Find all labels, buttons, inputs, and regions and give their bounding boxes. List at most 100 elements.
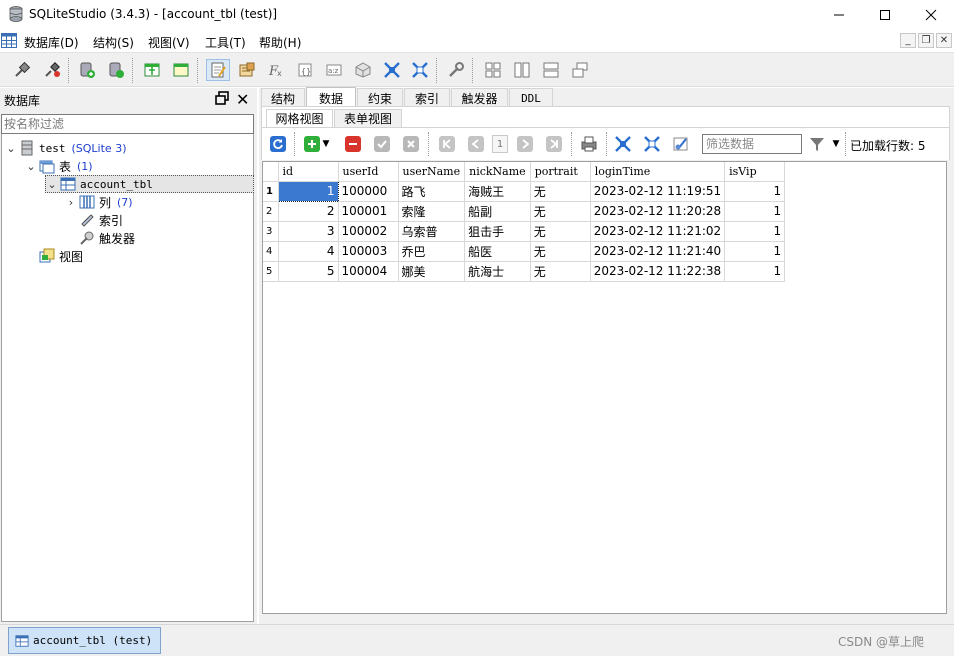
table-row[interactable]: 1 1 100000 路飞 海贼王 无 2023-02-12 11:19:51 …: [263, 180, 786, 202]
maximize-button[interactable]: [862, 0, 908, 30]
filter-mode-dropdown[interactable]: ▼: [830, 135, 842, 153]
data-grid[interactable]: id userId userName nickName portrait log…: [262, 161, 947, 614]
menu-database[interactable]: 数据库(D): [24, 34, 79, 51]
cell-id[interactable]: 4: [278, 241, 339, 262]
functions-button[interactable]: Fx: [264, 59, 288, 81]
tree-node-triggers[interactable]: 触发器: [77, 229, 135, 247]
cell-isvip[interactable]: 1: [724, 181, 786, 202]
tab-structure[interactable]: 结构: [261, 88, 305, 108]
collations-button[interactable]: {}: [293, 59, 317, 81]
chevron-down-icon[interactable]: ⌄: [25, 160, 37, 173]
table-window-icon[interactable]: [1, 33, 17, 48]
cell-portrait[interactable]: 无: [530, 261, 591, 282]
menu-structure[interactable]: 结构(S): [93, 34, 134, 51]
insert-row-dropdown[interactable]: ▼: [320, 135, 332, 153]
cell-nickname[interactable]: 航海士: [464, 261, 531, 282]
import-button[interactable]: [380, 59, 404, 81]
cell-username[interactable]: 路飞: [398, 181, 466, 202]
export-button[interactable]: [408, 59, 432, 81]
cell-isvip[interactable]: 1: [724, 241, 786, 262]
cell-logintime[interactable]: 2023-02-12 11:21:40: [590, 241, 726, 262]
cell-username[interactable]: 乔巴: [398, 241, 466, 262]
delete-row-button[interactable]: [344, 135, 362, 153]
disconnect-button[interactable]: [40, 59, 64, 81]
cell-logintime[interactable]: 2023-02-12 11:21:02: [590, 221, 726, 242]
corner-cell[interactable]: [263, 162, 279, 182]
filter-mode-button[interactable]: [808, 135, 826, 153]
row-number[interactable]: 1: [263, 181, 279, 202]
history-button[interactable]: [235, 59, 259, 81]
chevron-down-icon[interactable]: ⌄: [5, 142, 17, 155]
table-row[interactable]: 3 3 100002 乌索普 狙击手 无 2023-02-12 11:21:02…: [263, 221, 786, 242]
close-dock-icon[interactable]: ✕: [236, 90, 249, 109]
edit-database-button[interactable]: [104, 59, 128, 81]
connect-button[interactable]: [10, 59, 34, 81]
cell-username[interactable]: 娜美: [398, 261, 466, 282]
row-number[interactable]: 3: [263, 221, 279, 242]
next-page-button[interactable]: [516, 135, 534, 153]
rollback-button[interactable]: [402, 135, 420, 153]
cell-isvip[interactable]: 1: [724, 261, 786, 282]
cell-userid[interactable]: 100001: [338, 201, 399, 222]
insert-row-button[interactable]: [303, 135, 321, 153]
row-number[interactable]: 2: [263, 201, 279, 222]
grid-filter-input[interactable]: [702, 134, 802, 154]
first-page-button[interactable]: [438, 135, 456, 153]
tile-windows-button[interactable]: [481, 59, 505, 81]
tab-constraints[interactable]: 约束: [357, 88, 403, 108]
column-header-isvip[interactable]: isVip: [724, 162, 786, 182]
minimize-button[interactable]: [816, 0, 862, 30]
task-window-account-tbl[interactable]: account_tbl (test): [8, 627, 161, 654]
column-header-logintime[interactable]: loginTime: [590, 162, 726, 182]
tab-triggers[interactable]: 触发器: [451, 88, 508, 108]
cell-userid[interactable]: 100003: [338, 241, 399, 262]
grid-import-button[interactable]: [614, 135, 632, 153]
mdi-close-button[interactable]: ✕: [936, 33, 952, 48]
tree-filter-input[interactable]: [1, 114, 254, 134]
cell-nickname[interactable]: 海贼王: [464, 181, 531, 202]
row-number[interactable]: 5: [263, 261, 279, 282]
tab-form-view[interactable]: 表单视图: [334, 109, 402, 127]
commit-button[interactable]: [373, 135, 391, 153]
cell-id[interactable]: 5: [278, 261, 339, 282]
cell-nickname[interactable]: 狙击手: [464, 221, 531, 242]
cell-username[interactable]: 索隆: [398, 201, 466, 222]
column-header-id[interactable]: id: [278, 162, 339, 182]
cell-userid[interactable]: 100004: [338, 261, 399, 282]
cell-logintime[interactable]: 2023-02-12 11:20:28: [590, 201, 726, 222]
tree-node-indexes[interactable]: 索引: [77, 211, 123, 229]
column-header-userid[interactable]: userId: [338, 162, 399, 182]
refresh-button[interactable]: [269, 135, 287, 153]
chevron-right-icon[interactable]: ›: [65, 196, 77, 209]
populate-table-button[interactable]: [672, 135, 690, 153]
cascade-windows-button[interactable]: [568, 59, 592, 81]
cell-logintime[interactable]: 2023-02-12 11:22:38: [590, 261, 726, 282]
cell-isvip[interactable]: 1: [724, 221, 786, 242]
column-header-portrait[interactable]: portrait: [530, 162, 591, 182]
cell-logintime[interactable]: 2023-02-12 11:19:51: [590, 181, 726, 202]
grid-export-button[interactable]: [643, 135, 661, 153]
tile-horizontal-button[interactable]: [539, 59, 563, 81]
cell-nickname[interactable]: 船医: [464, 241, 531, 262]
settings-button[interactable]: [444, 59, 468, 81]
cell-nickname[interactable]: 船副: [464, 201, 531, 222]
float-dock-icon[interactable]: [215, 91, 229, 105]
new-table-button[interactable]: [140, 59, 164, 81]
cell-portrait[interactable]: 无: [530, 221, 591, 242]
previous-page-button[interactable]: [467, 135, 485, 153]
edit-table-button[interactable]: [169, 59, 193, 81]
close-button[interactable]: [908, 0, 954, 30]
cell-userid[interactable]: 100002: [338, 221, 399, 242]
cell-id[interactable]: 3: [278, 221, 339, 242]
add-database-button[interactable]: [75, 59, 99, 81]
mdi-minimize-button[interactable]: _: [900, 33, 916, 48]
column-header-nickname[interactable]: nickName: [464, 162, 531, 182]
tile-vertical-button[interactable]: [510, 59, 534, 81]
tree-node-columns[interactable]: › 列 (7): [65, 193, 133, 211]
tab-indexes[interactable]: 索引: [404, 88, 450, 108]
code-snippets-button[interactable]: [351, 59, 375, 81]
cell-portrait[interactable]: 无: [530, 241, 591, 262]
tab-data[interactable]: 数据: [306, 87, 356, 108]
tab-grid-view[interactable]: 网格视图: [266, 109, 333, 127]
cell-isvip[interactable]: 1: [724, 201, 786, 222]
